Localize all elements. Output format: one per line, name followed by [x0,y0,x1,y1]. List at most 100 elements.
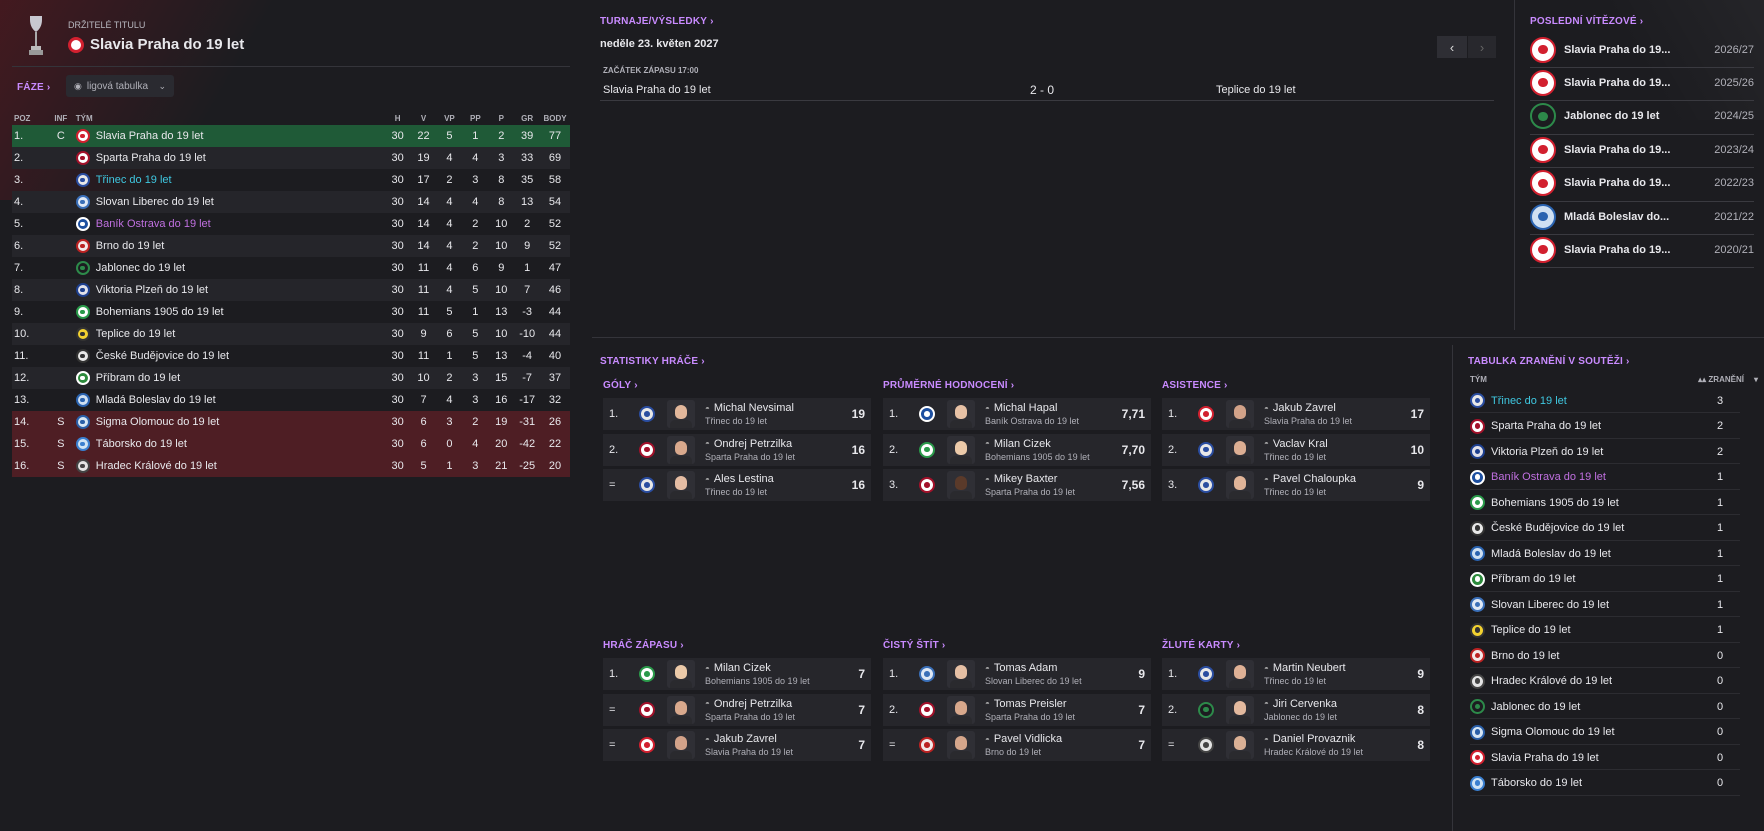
player-club[interactable]: Baník Ostrava do 19 let [985,416,1121,426]
injury-col-injuries[interactable]: ▴▴ ZRANĚNÍ [1698,375,1744,384]
player-name-line[interactable]: ◓ Daniel Provaznik [1264,733,1400,745]
injury-row[interactable]: České Budějovice do 19 let 1 [1470,517,1740,541]
injury-team[interactable]: Třinec do 19 let [1491,395,1567,407]
col-gr[interactable]: GR [514,114,540,123]
table-row[interactable]: 3. Třinec do 19 let 30 17 2 3 8 35 58 [12,169,570,191]
player-name[interactable]: Ondrej Petrzilka [714,698,792,710]
stat-section-title-5[interactable]: ŽLUTÉ KARTY › [1162,640,1240,651]
stat-player-row[interactable]: 1. ◓ Milan Cizek Bohemians 1905 do 19 let 7 [603,658,871,690]
team-cell[interactable]: Baník Ostrava do 19 let [75,217,385,231]
player-name-line[interactable]: ◓ Tomas Adam [985,662,1121,674]
player-name-line[interactable]: ◓ Michal Hapal [985,402,1121,414]
injury-team[interactable]: České Budějovice do 19 let [1491,522,1624,534]
table-row[interactable]: 2. Sparta Praha do 19 let 30 19 4 4 3 33 69 [12,147,570,169]
column-menu-icon[interactable]: ▾ [1754,375,1758,384]
winner-team[interactable]: Mladá Boleslav do... [1564,211,1690,223]
injury-row[interactable]: Sigma Olomouc do 19 let 0 [1470,721,1740,745]
recent-winners-link[interactable]: POSLEDNÍ VÍTĚZOVÉ › [1530,16,1643,27]
table-row[interactable]: 9. Bohemians 1905 do 19 let 30 11 5 1 13 -3 44 [12,301,570,323]
team-name[interactable]: Sparta Praha do 19 let [96,152,206,164]
injury-team[interactable]: Viktoria Plzeň do 19 let [1491,446,1603,458]
phase-link[interactable]: FÁZE › [17,82,50,93]
player-name[interactable]: Jakub Zavrel [1273,402,1336,414]
player-name-line[interactable]: ◓ Milan Cizek [705,662,841,674]
phase-dropdown[interactable]: ◉ ligová tabulka ⌄ [66,75,174,97]
col-poz[interactable]: POZ [12,114,46,123]
player-name-line[interactable]: ◓ Ales Lestina [705,473,841,485]
team-cell[interactable]: Mladá Boleslav do 19 let [75,393,385,407]
stat-player-row[interactable]: 2. ◓ Jiri Cervenka Jablonec do 19 let 8 [1162,693,1430,726]
stat-player-row[interactable]: 2. ◓ Milan Cizek Bohemians 1905 do 19 let 7,… [883,433,1151,466]
team-cell[interactable]: Teplice do 19 let [75,327,385,341]
player-club[interactable]: Sparta Praha do 19 let [705,452,841,462]
next-date-button[interactable]: › [1468,36,1496,58]
player-club[interactable]: Sparta Praha do 19 let [985,712,1121,722]
player-name-line[interactable]: ◓ Michal Nevsimal [705,402,841,414]
table-row[interactable]: 16. S Hradec Králové do 19 let 30 5 1 3 21 -25 20 [12,455,570,477]
stat-player-row[interactable]: 2. ◓ Ondrej Petrzilka Sparta Praha do 19 le… [603,433,871,466]
table-row[interactable]: 11. České Budějovice do 19 let 30 11 1 5 13 -4 4… [12,345,570,367]
table-row[interactable]: 14. S Sigma Olomouc do 19 let 30 6 3 2 19 -31 26 [12,411,570,433]
player-name-line[interactable]: ◓ Vaclav Kral [1264,438,1400,450]
injury-row[interactable]: Sparta Praha do 19 let 2 [1470,415,1740,439]
table-row[interactable]: 13. Mladá Boleslav do 19 let 30 7 4 3 16 -17 32 [12,389,570,411]
player-name[interactable]: Jakub Zavrel [714,733,777,745]
team-cell[interactable]: Příbram do 19 let [75,371,385,385]
stat-section-title-3[interactable]: HRÁČ ZÁPASU › [603,640,684,651]
table-row[interactable]: 10. Teplice do 19 let 30 9 6 5 10 -10 44 [12,323,570,345]
team-cell[interactable]: Slavia Praha do 19 let [75,129,385,143]
player-name-line[interactable]: ◓ Ondrej Petrzilka [705,698,841,710]
stat-player-row[interactable]: 1. ◓ Michal Hapal Baník Ostrava do 19 let 7,… [883,398,1151,430]
team-cell[interactable]: Sparta Praha do 19 let [75,151,385,165]
winner-team[interactable]: Slavia Praha do 19... [1564,44,1690,56]
player-club[interactable]: Bohemians 1905 do 19 let [985,452,1121,462]
player-name[interactable]: Michal Hapal [994,402,1058,414]
winner-team[interactable]: Slavia Praha do 19... [1564,177,1690,189]
player-club[interactable]: Slovan Liberec do 19 let [985,676,1121,686]
team-cell[interactable]: České Budějovice do 19 let [75,349,385,363]
winner-team[interactable]: Slavia Praha do 19... [1564,144,1690,156]
player-club[interactable]: Bohemians 1905 do 19 let [705,676,841,686]
player-club[interactable]: Slavia Praha do 19 let [705,747,841,757]
stat-player-row[interactable]: = ◓ Ondrej Petrzilka Sparta Praha do 19 let… [603,693,871,726]
table-row[interactable]: 7. Jablonec do 19 let 30 11 4 6 9 1 47 [12,257,570,279]
injury-team[interactable]: Táborsko do 19 let [1491,777,1582,789]
team-name[interactable]: Hradec Králové do 19 let [96,460,217,472]
injury-row[interactable]: Brno do 19 let 0 [1470,644,1740,668]
player-club[interactable]: Třinec do 19 let [1264,452,1400,462]
injury-table-link[interactable]: TABULKA ZRANĚNÍ V SOUTĚŽI › [1468,356,1630,367]
player-name-line[interactable]: ◓ Martin Neubert [1264,662,1400,674]
stat-player-row[interactable]: = ◓ Ales Lestina Třinec do 19 let 16 [603,469,871,501]
player-name[interactable]: Ondrej Petrzilka [714,438,792,450]
player-club[interactable]: Brno do 19 let [985,747,1121,757]
team-name[interactable]: Brno do 19 let [96,240,165,252]
player-club[interactable]: Jablonec do 19 let [1264,712,1400,722]
table-row[interactable]: 8. Viktoria Plzeň do 19 let 30 11 4 5 10 7 46 [12,279,570,301]
injury-col-team[interactable]: TÝM [1470,375,1487,384]
player-name-line[interactable]: ◓ Mikey Baxter [985,473,1121,485]
table-row[interactable]: 15. S Táborsko do 19 let 30 6 0 4 20 -42 22 [12,433,570,455]
team-name[interactable]: Slavia Praha do 19 let [96,130,204,142]
team-name[interactable]: Mladá Boleslav do 19 let [96,394,216,406]
team-cell[interactable]: Hradec Králové do 19 let [75,459,385,473]
team-cell[interactable]: Jablonec do 19 let [75,261,385,275]
fixtures-results-link[interactable]: TURNAJE/VÝSLEDKY › [600,16,714,27]
injury-team[interactable]: Sigma Olomouc do 19 let [1491,726,1615,738]
player-name[interactable]: Tomas Preisler [994,698,1067,710]
player-club[interactable]: Třinec do 19 let [705,416,841,426]
stat-section-title-4[interactable]: ČISTÝ ŠTÍT › [883,640,945,651]
injury-row[interactable]: Slovan Liberec do 19 let 1 [1470,593,1740,617]
title-holder[interactable]: Slavia Praha do 19 let [68,36,244,53]
player-name-line[interactable]: ◓ Jiri Cervenka [1264,698,1400,710]
col-pp[interactable]: PP [462,114,488,123]
injury-team[interactable]: Baník Ostrava do 19 let [1491,471,1606,483]
team-cell[interactable]: Viktoria Plzeň do 19 let [75,283,385,297]
team-name[interactable]: České Budějovice do 19 let [96,350,229,362]
player-name-line[interactable]: ◓ Jakub Zavrel [705,733,841,745]
col-vp[interactable]: VP [436,114,462,123]
injury-row[interactable]: Hradec Králové do 19 let 0 [1470,670,1740,694]
injury-row[interactable]: Jablonec do 19 let 0 [1470,695,1740,719]
team-name[interactable]: Baník Ostrava do 19 let [96,218,211,230]
stat-player-row[interactable]: 2. ◓ Tomas Preisler Sparta Praha do 19 let 7 [883,693,1151,726]
stat-player-row[interactable]: 3. ◓ Mikey Baxter Sparta Praha do 19 let 7,5… [883,469,1151,501]
